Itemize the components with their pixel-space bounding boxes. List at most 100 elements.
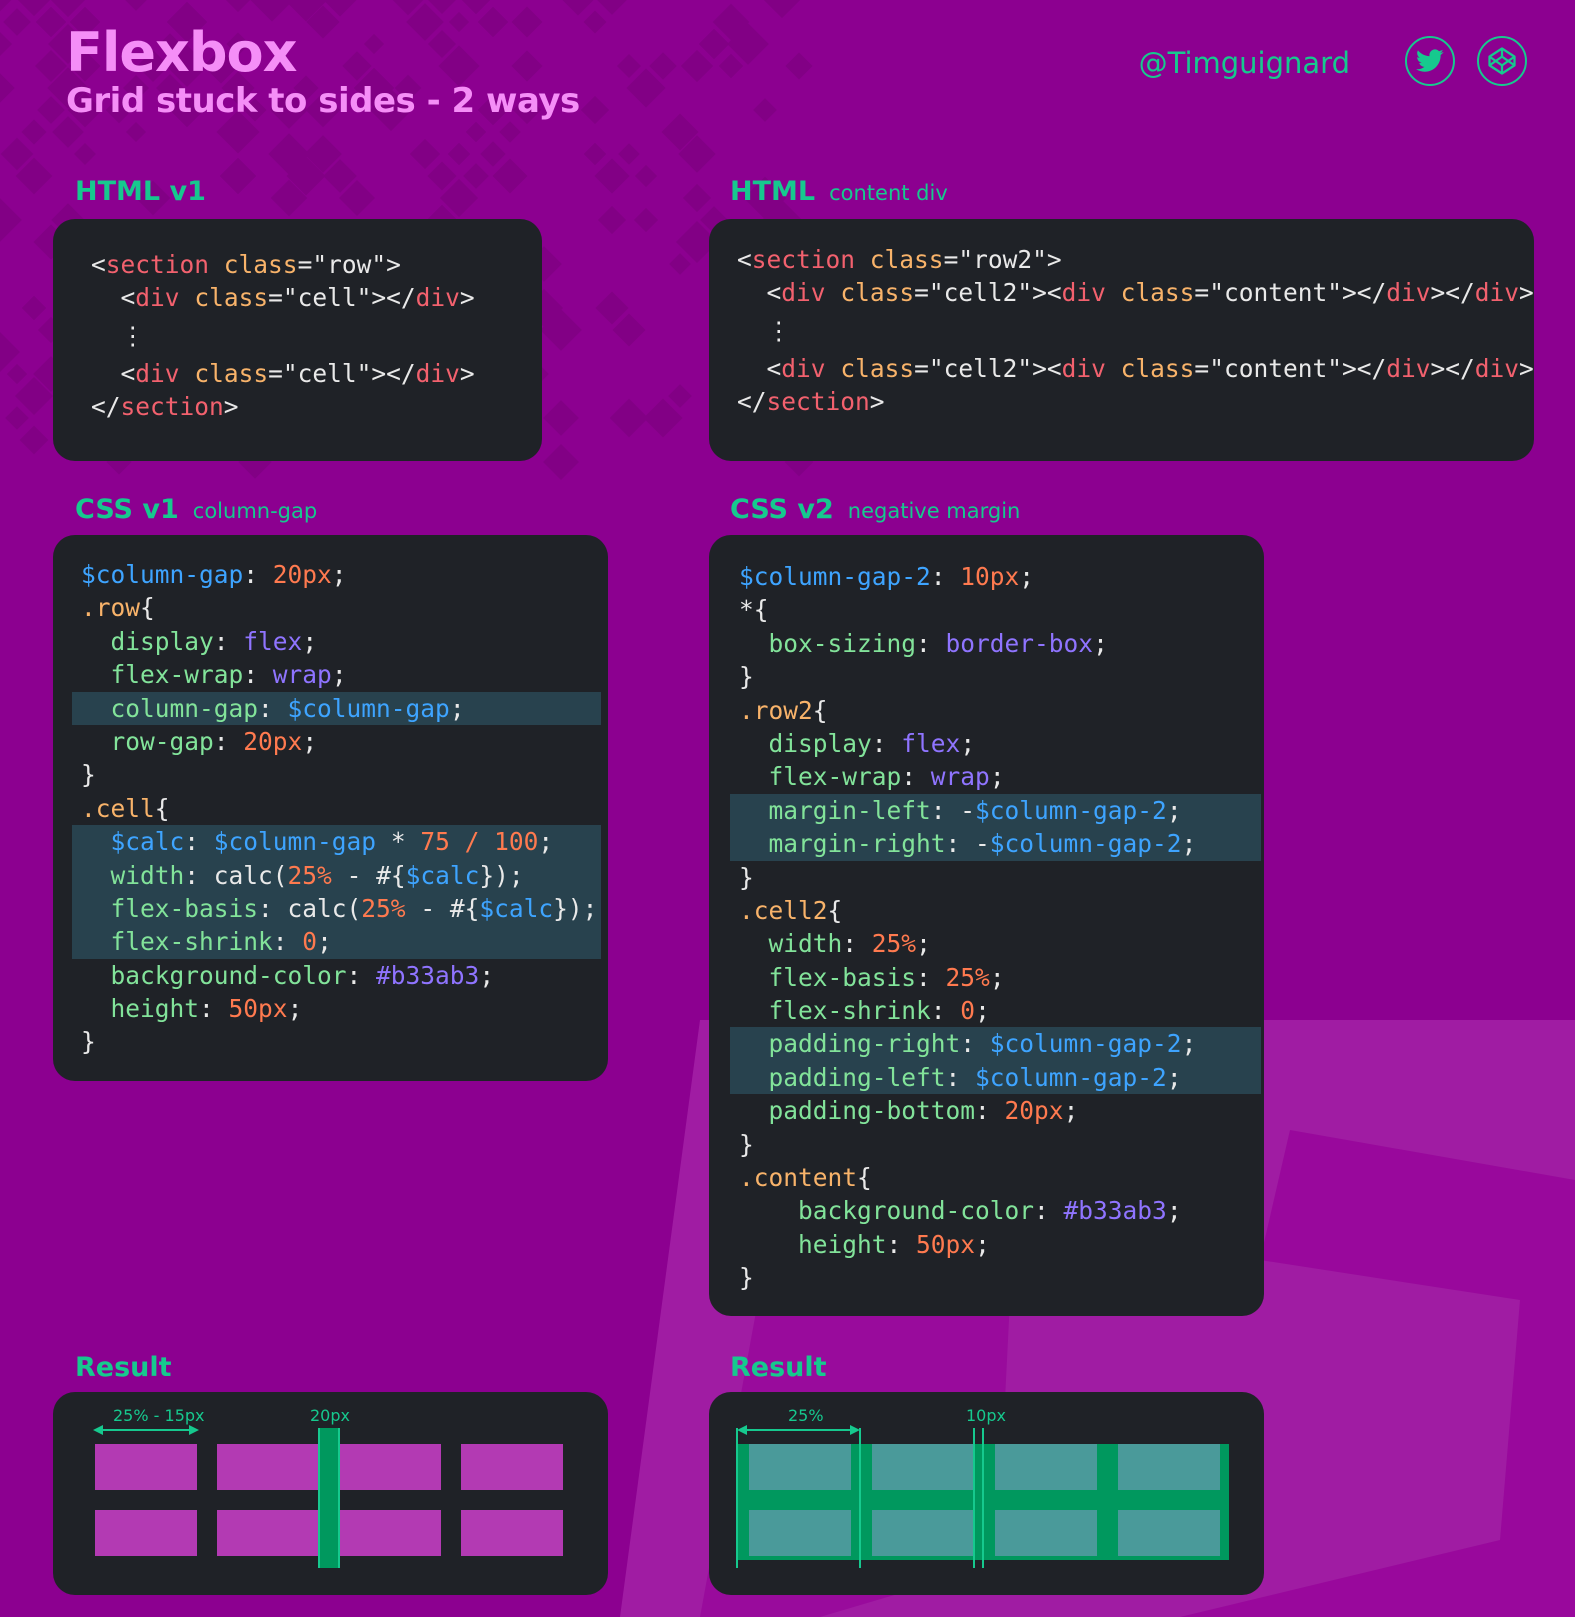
author-handle[interactable]: @Timguignard [1139,46,1350,80]
code-token: flex [901,728,961,758]
code-token: section [751,245,856,274]
code-token: "row" [312,250,387,279]
diamond [0,0,12,12]
code-token: < [766,353,782,383]
code-token: "content" [1209,353,1342,383]
code-token: class [840,278,915,308]
code-token: : calc( [184,860,288,890]
codepen-link[interactable] [1477,36,1527,86]
code-token: : [930,562,961,591]
code-token: ; [1166,1196,1182,1226]
code-line: <div class="cell2"><div class="content">… [737,352,1534,385]
code-token: flex-basis [110,893,259,923]
code-token: = [297,250,313,279]
twitter-link[interactable] [1405,36,1455,86]
diamond [669,253,691,275]
code-token: *{ [739,595,769,625]
page-subtitle: Grid stuck to sides - 2 ways [66,81,580,121]
code-token: = [914,353,929,383]
diamond [74,143,96,165]
diamond [634,164,658,188]
code-token: }); [553,893,598,923]
diamond [583,10,607,34]
code-token: ; [1093,628,1108,658]
diamond [448,11,470,33]
content-box [872,1510,974,1556]
code-token: section [120,392,224,422]
code-token: ⋮ [766,315,792,345]
code-token: #b33ab3 [376,960,480,990]
code-token: ></ [1341,278,1387,308]
diamond [19,425,49,455]
label-html-v1: HTML v1 [75,176,206,207]
code-token: 25% [287,860,332,890]
code-token: > [1046,245,1062,274]
code-token: 20px [272,560,332,589]
code-token: ; [975,996,990,1026]
diamond [363,33,385,55]
code-token: } [739,1129,754,1159]
diamond [785,52,813,80]
code-token: .row2 [739,695,813,725]
code-token: $calc [479,893,554,923]
code-token: ; [479,960,495,990]
diamond [597,205,627,235]
diamond [492,158,528,194]
diamond [219,157,257,195]
cell-box [95,1510,197,1556]
code-token: : [199,994,229,1024]
code-token: ; [302,726,318,756]
diamond [562,0,594,16]
code-line: <div class="cell"></div> [91,357,475,390]
code-line: box-sizing: border-box; [739,627,1241,660]
code-line: ⋮ [737,310,1534,352]
code-token: height [110,994,200,1024]
code-token: background-color [110,960,347,990]
code-token: > [1519,278,1534,308]
diamond [543,400,579,436]
code-token: margin-right [768,829,946,859]
code-token: ; [449,693,465,723]
code-token: width [110,860,185,890]
diamond [616,53,642,79]
code-token: < [91,250,106,279]
code-line: background-color: #b33ab3; [739,1194,1241,1227]
code-line: </section> [91,390,475,423]
code-line: width: 25%; [739,927,1241,960]
code-token: "cell" [282,283,372,313]
code-token: 0 [302,927,318,957]
arrowhead-left [93,1425,103,1435]
diamond [6,363,28,385]
code-token: $column-gap-2 [975,795,1167,825]
code-token: ; [1166,795,1182,825]
code-token: { [827,895,843,925]
code-token: ></ [371,283,416,313]
label-css-v1: CSS v1 column-gap [75,494,318,525]
code-token: "cell" [282,358,372,388]
code-token: border-box [945,628,1094,658]
diamond [463,163,489,189]
code-token: div [1386,278,1431,308]
code-token: .row [81,593,141,623]
diamond [682,183,712,213]
code-token: .cell [81,793,155,823]
code-line: .cell2{ [739,894,1241,927]
code-token: $column-gap-2 [989,829,1182,859]
code-token: > [869,387,885,417]
codepen-cube-icon [1488,47,1516,75]
code-panel-css-v2: $column-gap-2: 10px; *{ box-sizing: borde… [709,535,1264,1316]
code-line: } [739,1261,1241,1294]
code-token: } [739,1263,754,1293]
diamond [597,0,627,15]
code-token: : [930,996,961,1026]
